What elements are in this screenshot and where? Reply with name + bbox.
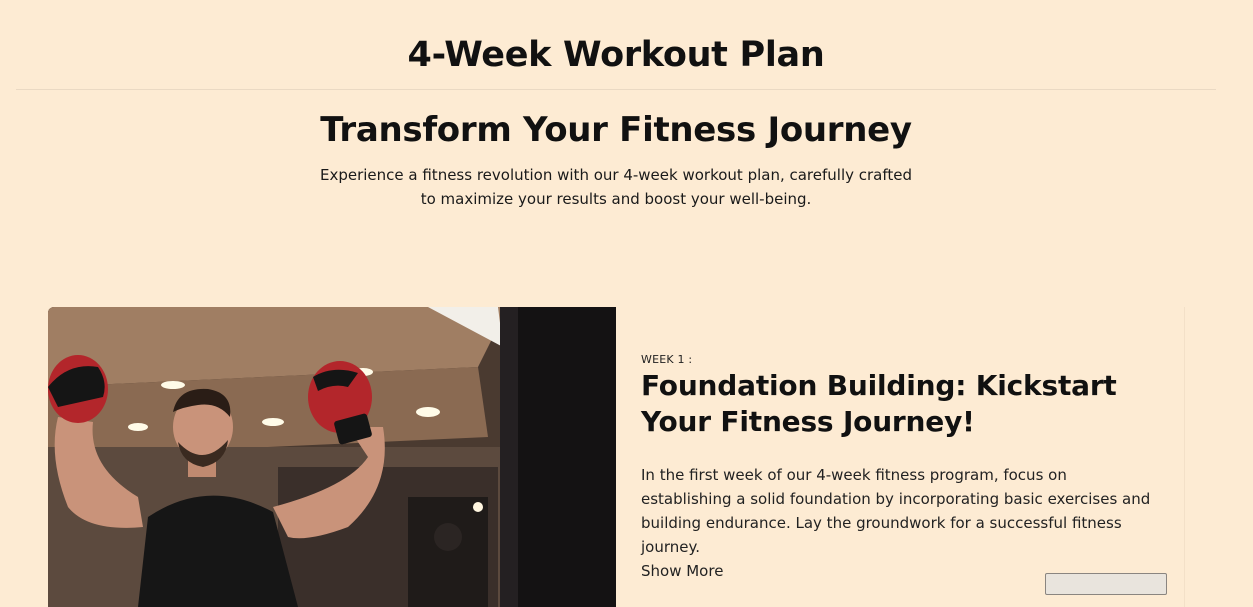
header-divider: [16, 89, 1216, 90]
week-label: WEEK 1 :: [641, 353, 693, 366]
page-title: 4-Week Workout Plan: [407, 35, 825, 75]
week-card: [48, 307, 1185, 607]
hero-title: Transform Your Fitness Journey: [320, 110, 912, 150]
hero-subtitle: Experience a fitness revolution with our…: [319, 166, 913, 208]
week-description: In the first week of our 4-week fitness …: [641, 466, 1151, 556]
week-title: Foundation Building: Kickstart Your Fitn…: [641, 369, 1117, 438]
week-image: [48, 307, 616, 607]
floating-button[interactable]: [1045, 573, 1167, 595]
show-more-button[interactable]: Show More: [641, 560, 723, 582]
